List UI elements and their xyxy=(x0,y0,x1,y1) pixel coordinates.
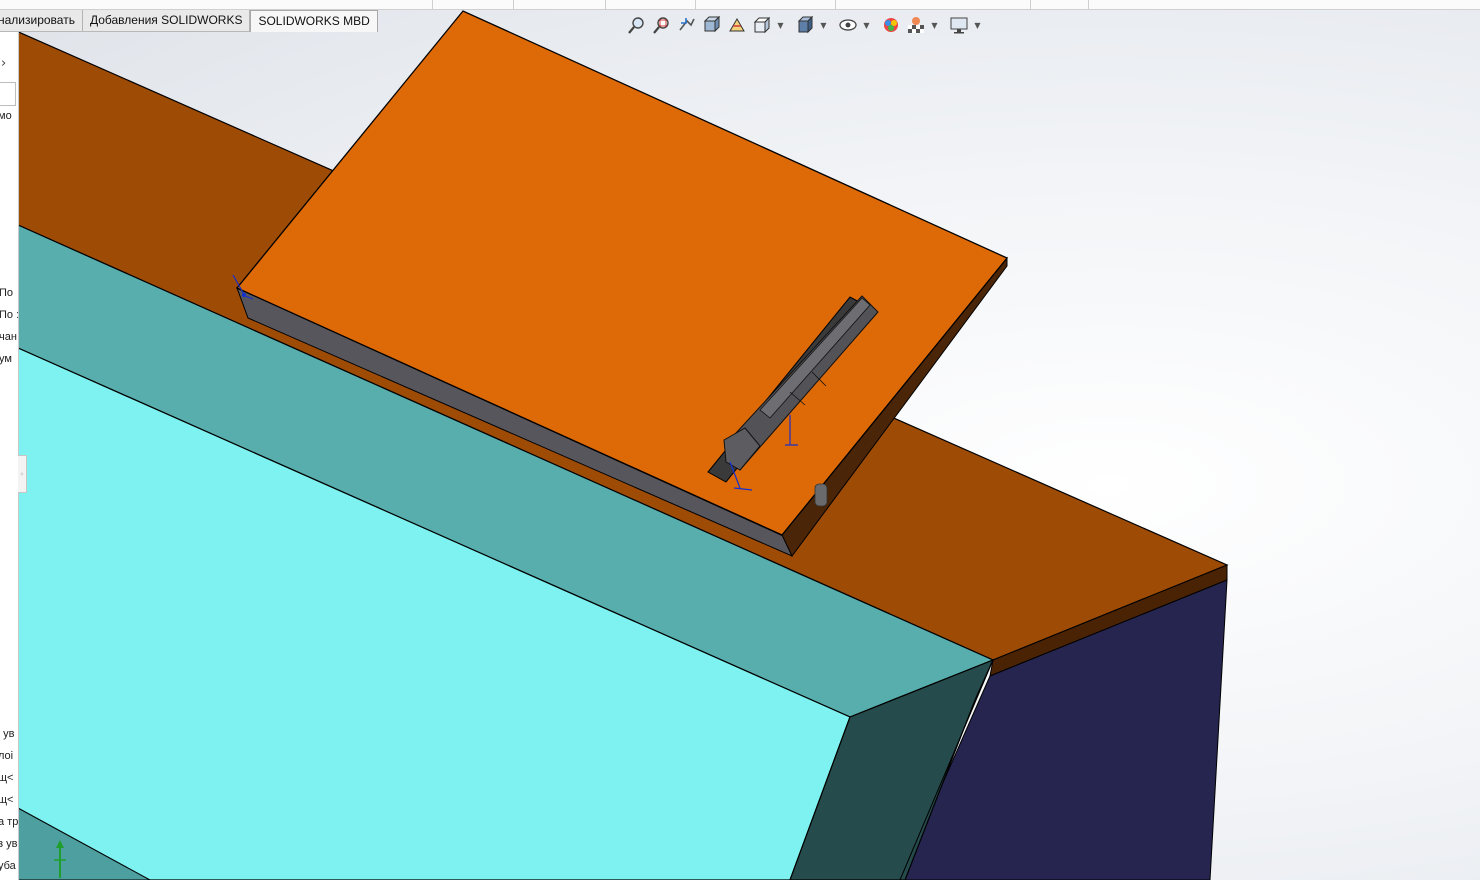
section-view-icon[interactable] xyxy=(701,14,723,36)
tab-solidworks-mbd[interactable]: SOLIDWORKS MBD xyxy=(250,10,378,32)
apply-scene-icon[interactable] xyxy=(905,14,927,36)
hide-show-items-icon[interactable] xyxy=(837,14,859,36)
display-style-icon[interactable] xyxy=(794,14,816,36)
tree-item[interactable]: ' ув xyxy=(0,728,15,740)
handle-pin xyxy=(814,483,828,507)
previous-view-icon[interactable] xyxy=(676,14,698,36)
tree-item[interactable]: По xyxy=(0,287,13,299)
view-orientation-dropdown[interactable]: ▼ xyxy=(776,14,785,36)
tab-analyze[interactable]: нализировать xyxy=(0,10,83,31)
tree-item[interactable]: мо xyxy=(0,110,12,122)
top-ruler xyxy=(0,0,1480,10)
chevron-right-icon[interactable]: › xyxy=(1,56,15,76)
tree-item[interactable]: ум xyxy=(0,353,12,365)
dynamic-annotation-views-icon[interactable] xyxy=(726,14,748,36)
tree-item[interactable]: уба xyxy=(0,860,16,872)
zoom-to-area-icon[interactable] xyxy=(651,14,673,36)
view-settings-dropdown[interactable]: ▼ xyxy=(973,14,982,36)
panel-splitter-handle[interactable]: ◦ xyxy=(18,455,27,493)
tree-item[interactable]: з ув xyxy=(0,838,17,850)
tab-solidworks-addins[interactable]: Добавления SOLIDWORKS xyxy=(82,10,251,31)
view-orientation-icon[interactable] xyxy=(751,14,773,36)
tree-item[interactable]: а тр xyxy=(0,816,18,828)
feature-manager-panel: › мо По По : чан ум ' ув лоі щ< щ< а тр … xyxy=(0,32,19,880)
tree-item[interactable]: щ< xyxy=(0,794,13,806)
model-scene[interactable] xyxy=(0,0,1480,880)
reference-triad-icon xyxy=(54,840,66,878)
tree-item[interactable]: лоі xyxy=(0,750,13,762)
graphics-area[interactable] xyxy=(0,0,1480,880)
command-manager-tabs: нализировать Добавления SOLIDWORKS SOLID… xyxy=(0,10,378,32)
edit-appearance-icon[interactable] xyxy=(880,14,902,36)
panel-field[interactable] xyxy=(0,82,16,106)
zoom-to-fit-icon[interactable] xyxy=(626,14,648,36)
apply-scene-dropdown[interactable]: ▼ xyxy=(930,14,939,36)
tree-item[interactable]: щ< xyxy=(0,772,13,784)
heads-up-view-toolbar: ▼ ▼ ▼ ▼ ▼ xyxy=(626,13,988,37)
tree-item[interactable]: По : xyxy=(0,309,18,321)
tree-item[interactable]: чан xyxy=(0,331,17,343)
display-style-dropdown[interactable]: ▼ xyxy=(819,14,828,36)
hide-show-dropdown[interactable]: ▼ xyxy=(862,14,871,36)
grip-icon: ◦ xyxy=(19,469,25,479)
view-settings-icon[interactable] xyxy=(948,14,970,36)
